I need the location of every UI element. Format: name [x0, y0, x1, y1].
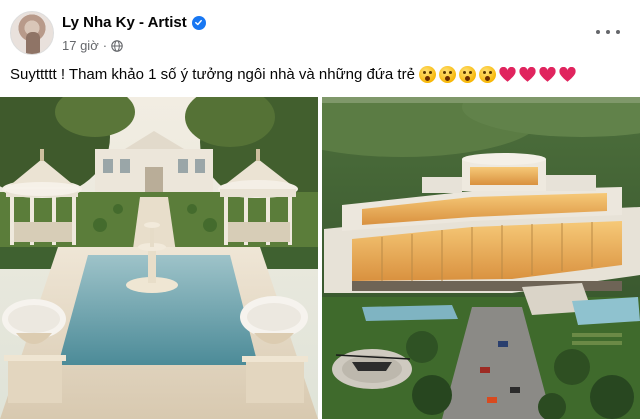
post-caption: Suyttttt ! Tham khảo 1 số ý tưởng ngôi n… [10, 66, 576, 83]
post-photo-grid [0, 97, 640, 419]
author-avatar[interactable] [10, 11, 54, 55]
more-options-icon[interactable] [596, 22, 620, 42]
hushed-face-emoji-icon [458, 66, 476, 83]
post-header: Ly Nha Ky - Artist 17 giờ · [0, 0, 640, 62]
hushed-face-emoji-icon [418, 66, 436, 83]
verified-badge-icon [191, 15, 206, 30]
red-heart-emoji-icon [499, 66, 516, 82]
caption-text: Suyttttt ! Tham khảo 1 số ý tưởng ngôi n… [10, 66, 415, 83]
post-timestamp[interactable]: 17 giờ [62, 38, 99, 53]
author-name[interactable]: Ly Nha Ky - Artist [62, 14, 187, 31]
hushed-face-emoji-icon [438, 66, 456, 83]
author-name-row: Ly Nha Ky - Artist [62, 14, 206, 31]
red-heart-emoji-icon [539, 66, 556, 82]
red-heart-emoji-icon [519, 66, 536, 82]
red-heart-emoji-icon [559, 66, 576, 82]
hushed-face-emoji-icon [478, 66, 496, 83]
caption-emojis [418, 66, 576, 83]
post-photo-modern-mansion[interactable] [322, 97, 640, 419]
globe-icon[interactable] [111, 39, 123, 52]
post-photo-garden-estate[interactable] [0, 97, 318, 419]
post-meta: 17 giờ · [62, 38, 123, 53]
